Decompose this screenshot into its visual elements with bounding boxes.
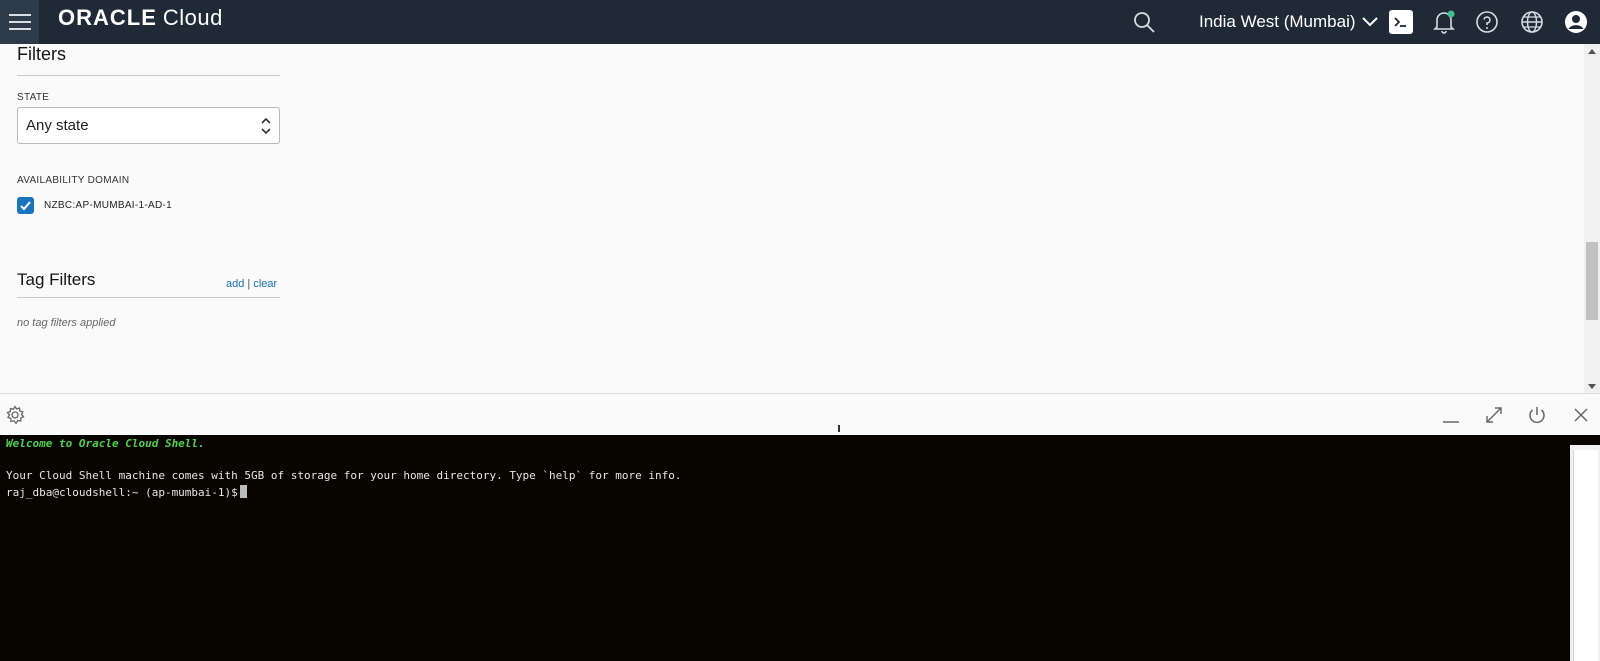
terminal-welcome-line: Welcome to Oracle Cloud Shell. [6, 437, 205, 450]
checkmark-icon [20, 201, 31, 211]
select-chevron-icon [261, 117, 271, 135]
availability-domain-option-label: NZBC:AP-MUMBAI-1-AD-1 [44, 200, 172, 211]
availability-domain-option[interactable]: NZBC:AP-MUMBAI-1-AD-1 [17, 197, 172, 214]
scroll-down-arrow-icon[interactable] [1586, 381, 1598, 391]
chevron-down-icon [1361, 17, 1378, 27]
terminal-prompt-line: raj_dba@cloudshell:~ (ap-mumbai-1)$ [6, 485, 247, 499]
region-selector[interactable]: India West (Mumbai) [1199, 0, 1378, 44]
tag-filters-divider [17, 297, 280, 298]
shell-resize-handle[interactable] [838, 425, 840, 432]
cloud-shell-icon[interactable] [1388, 0, 1414, 44]
add-tag-filter-link[interactable]: add [226, 278, 244, 290]
page-scrollbar[interactable] [1584, 44, 1600, 393]
scroll-up-arrow-icon[interactable] [1586, 46, 1598, 56]
restart-icon[interactable] [1526, 394, 1548, 436]
region-label: India West (Mumbai) [1199, 12, 1356, 31]
terminal-cursor [239, 485, 247, 498]
cloud-shell-toolbar [0, 393, 1600, 435]
page-scrollbar-thumb[interactable] [1586, 242, 1598, 320]
tag-filters-heading: Tag Filters [17, 270, 96, 289]
filters-divider [17, 75, 280, 76]
terminal-prompt: raj_dba@cloudshell:~ (ap-mumbai-1)$ [6, 486, 238, 499]
settings-icon[interactable] [3, 394, 27, 436]
availability-domain-label: AVAILABILITY DOMAIN [17, 175, 130, 186]
user-icon[interactable] [1563, 0, 1589, 44]
state-select[interactable]: Any state [17, 107, 280, 144]
state-label: STATE [17, 92, 50, 103]
filters-panel: Filters STATE Any state AVAILABILITY DOM… [0, 44, 1584, 393]
tag-links-separator: | [247, 278, 251, 290]
terminal-info-line: Your Cloud Shell machine comes with 5GB … [6, 469, 682, 482]
tag-filters-actions: add | clear [226, 278, 277, 290]
close-icon[interactable] [1570, 394, 1592, 436]
top-navigation-bar: ORACLE Cloud India West (Mumbai) [0, 0, 1600, 44]
brand-secondary: Cloud [162, 5, 223, 30]
clear-tag-filters-link[interactable]: clear [253, 278, 277, 290]
bell-icon[interactable] [1431, 0, 1457, 44]
maximize-icon[interactable] [1483, 394, 1505, 436]
oracle-cloud-logo[interactable]: ORACLE Cloud [58, 5, 223, 31]
brand-primary: ORACLE [58, 5, 157, 30]
help-icon[interactable] [1474, 0, 1500, 44]
cloud-shell-terminal[interactable]: Welcome to Oracle Cloud Shell. Your Clou… [0, 435, 1600, 661]
state-select-value: Any state [26, 117, 89, 134]
availability-domain-checkbox[interactable] [17, 197, 34, 214]
minimize-icon[interactable] [1440, 394, 1462, 436]
menu-icon[interactable] [0, 0, 39, 44]
terminal-scrollbar-thumb[interactable] [1573, 450, 1598, 661]
filters-heading: Filters [17, 44, 66, 64]
search-icon[interactable] [1129, 0, 1159, 44]
globe-icon[interactable] [1519, 0, 1545, 44]
no-tag-filters-text: no tag filters applied [17, 317, 116, 329]
